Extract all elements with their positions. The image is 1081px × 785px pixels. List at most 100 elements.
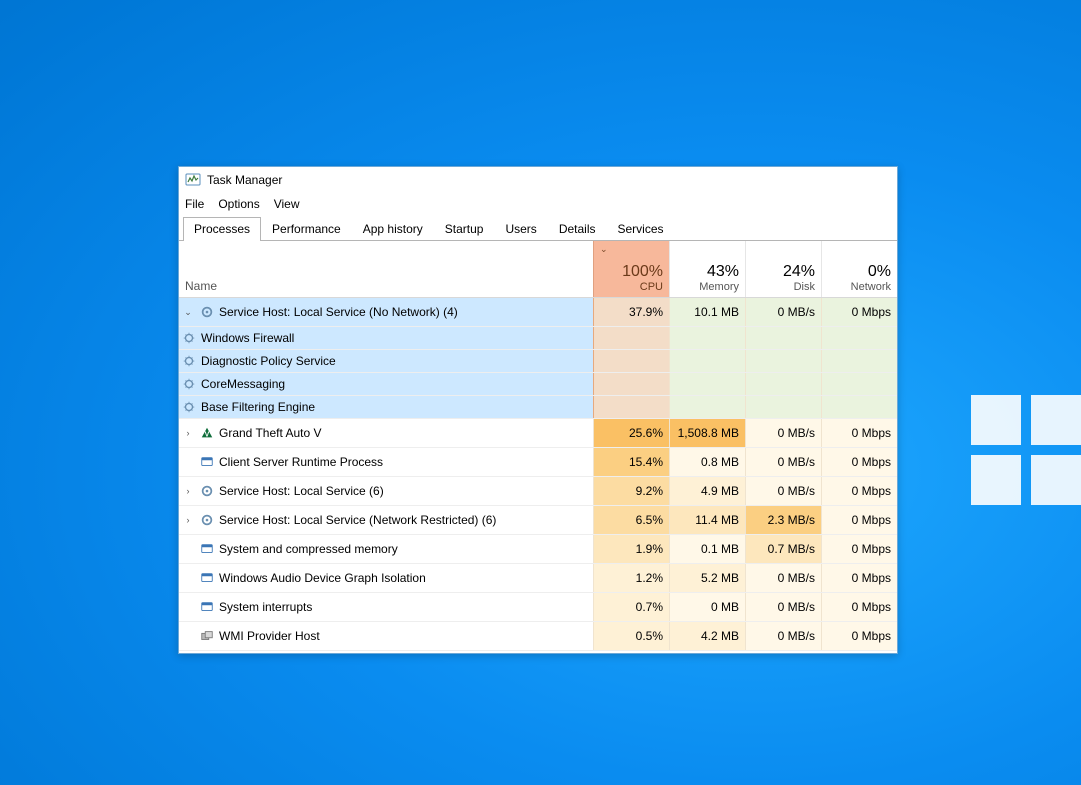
tab-performance[interactable]: Performance <box>261 217 352 241</box>
cell-memory: 5.2 MB <box>669 564 745 592</box>
cell-cpu: 6.5% <box>593 506 669 534</box>
process-name: Service Host: Local Service (Network Res… <box>219 513 496 527</box>
gear-icon <box>199 512 215 528</box>
tab-users[interactable]: Users <box>494 217 547 241</box>
cell-cpu: 37.9% <box>593 298 669 326</box>
winproc-icon <box>199 599 215 615</box>
column-header-cpu[interactable]: ⌄ 100% CPU <box>593 241 669 297</box>
cell-disk: 2.3 MB/s <box>745 506 821 534</box>
process-child-row[interactable]: Diagnostic Policy Service <box>179 350 897 373</box>
task-manager-icon <box>185 172 201 188</box>
cell-disk: 0 MB/s <box>745 298 821 326</box>
cell-cpu: 15.4% <box>593 448 669 476</box>
cell-cpu: 1.2% <box>593 564 669 592</box>
expand-icon[interactable]: › <box>181 428 195 438</box>
windows-logo <box>971 395 1081 505</box>
column-headers: Name ⌄ 100% CPU 43% Memory 24% Disk 0% N… <box>179 241 897 298</box>
column-header-disk[interactable]: 24% Disk <box>745 241 821 297</box>
titlebar[interactable]: Task Manager <box>179 167 897 193</box>
cell-network <box>821 350 897 372</box>
cell-memory: 0 MB <box>669 593 745 621</box>
cell-cpu: 9.2% <box>593 477 669 505</box>
cell-disk <box>745 373 821 395</box>
sort-descending-icon: ⌄ <box>600 244 608 255</box>
cell-network: 0 Mbps <box>821 593 897 621</box>
expand-icon[interactable]: › <box>181 515 195 525</box>
cell-network <box>821 396 897 418</box>
process-child-name: Diagnostic Policy Service <box>201 354 336 368</box>
task-manager-window: Task Manager File Options View Processes… <box>178 166 898 654</box>
process-child-row[interactable]: CoreMessaging <box>179 373 897 396</box>
cell-disk <box>745 396 821 418</box>
process-name: System interrupts <box>219 600 312 614</box>
process-row[interactable]: Client Server Runtime Process 15.4%0.8 MB… <box>179 448 897 477</box>
winproc-icon <box>199 454 215 470</box>
cell-cpu <box>593 327 669 349</box>
process-name: Client Server Runtime Process <box>219 455 383 469</box>
cell-network <box>821 327 897 349</box>
cell-cpu: 0.7% <box>593 593 669 621</box>
cell-disk: 0 MB/s <box>745 564 821 592</box>
cell-disk: 0 MB/s <box>745 419 821 447</box>
tab-services[interactable]: Services <box>607 217 675 241</box>
winproc-icon <box>199 570 215 586</box>
process-child-row[interactable]: Windows Firewall <box>179 327 897 350</box>
cell-network: 0 Mbps <box>821 622 897 650</box>
tab-processes[interactable]: Processes <box>183 217 261 241</box>
menu-view[interactable]: View <box>274 197 300 211</box>
process-row[interactable]: ›VGrand Theft Auto V25.6%1,508.8 MB0 MB/… <box>179 419 897 448</box>
tab-startup[interactable]: Startup <box>434 217 495 241</box>
process-name: System and compressed memory <box>219 542 398 556</box>
process-child-name: Base Filtering Engine <box>201 400 315 414</box>
cell-disk: 0 MB/s <box>745 448 821 476</box>
tab-details[interactable]: Details <box>548 217 607 241</box>
cell-network: 0 Mbps <box>821 535 897 563</box>
cell-disk: 0 MB/s <box>745 477 821 505</box>
cell-cpu <box>593 350 669 372</box>
cell-memory <box>669 327 745 349</box>
cell-memory: 10.1 MB <box>669 298 745 326</box>
service-icon <box>181 353 197 369</box>
cell-disk: 0 MB/s <box>745 622 821 650</box>
process-child-name: CoreMessaging <box>201 377 285 391</box>
process-child-row[interactable]: Base Filtering Engine <box>179 396 897 419</box>
process-name: WMI Provider Host <box>219 629 320 643</box>
gear-icon <box>199 483 215 499</box>
tab-app-history[interactable]: App history <box>352 217 434 241</box>
cell-disk: 0 MB/s <box>745 593 821 621</box>
cell-memory <box>669 373 745 395</box>
process-row[interactable]: System interrupts 0.7%0 MB0 MB/s0 Mbps <box>179 593 897 622</box>
process-row[interactable]: ›Service Host: Local Service (6)9.2%4.9 … <box>179 477 897 506</box>
service-icon <box>181 399 197 415</box>
column-header-network[interactable]: 0% Network <box>821 241 897 297</box>
process-row[interactable]: WMI Provider Host0.5%4.2 MB0 MB/s0 Mbps <box>179 622 897 651</box>
cell-memory: 0.8 MB <box>669 448 745 476</box>
process-row[interactable]: System and compressed memory1.9%0.1 MB0.… <box>179 535 897 564</box>
gear-icon <box>199 304 215 320</box>
cell-network: 0 Mbps <box>821 477 897 505</box>
cell-network: 0 Mbps <box>821 564 897 592</box>
menu-options[interactable]: Options <box>218 197 259 211</box>
column-header-memory[interactable]: 43% Memory <box>669 241 745 297</box>
column-header-name[interactable]: Name <box>179 241 593 297</box>
process-rows: ⌄ Service Host: Local Service (No Networ… <box>179 298 897 653</box>
process-list: Name ⌄ 100% CPU 43% Memory 24% Disk 0% N… <box>179 241 897 653</box>
window-title: Task Manager <box>207 173 282 187</box>
process-row[interactable]: Windows Audio Device Graph Isolation1.2%… <box>179 564 897 593</box>
expand-icon[interactable]: › <box>181 486 195 496</box>
wmi-icon <box>199 628 215 644</box>
cell-network: 0 Mbps <box>821 448 897 476</box>
collapse-icon[interactable]: ⌄ <box>181 307 195 318</box>
cell-disk <box>745 350 821 372</box>
tabs: Processes Performance App history Startu… <box>179 215 897 241</box>
process-row-selected[interactable]: ⌄ Service Host: Local Service (No Networ… <box>179 298 897 327</box>
process-row[interactable]: › Service Host: Local Service (Network Re… <box>179 506 897 535</box>
menubar: File Options View <box>179 193 897 215</box>
process-name: Service Host: Local Service (6) <box>219 484 384 498</box>
menu-file[interactable]: File <box>185 197 204 211</box>
cell-memory: 1,508.8 MB <box>669 419 745 447</box>
cell-network <box>821 373 897 395</box>
cell-cpu: 1.9% <box>593 535 669 563</box>
cell-network: 0 Mbps <box>821 506 897 534</box>
svg-text:V: V <box>205 432 210 439</box>
